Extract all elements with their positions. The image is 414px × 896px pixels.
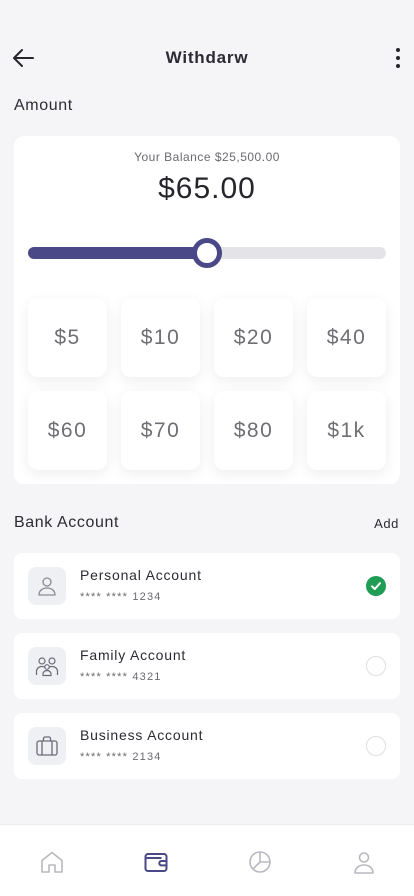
home-icon (41, 851, 63, 873)
slider-fill (28, 247, 207, 259)
amount-slider[interactable] (28, 238, 386, 268)
family-icon (35, 657, 59, 677)
amount-chip[interactable]: $70 (121, 391, 200, 470)
amount-chip[interactable]: $10 (121, 298, 200, 377)
add-account-button[interactable]: Add (374, 516, 399, 531)
amount-chip[interactable]: $40 (307, 298, 386, 377)
account-icon-box (28, 727, 66, 765)
account-radio-selected[interactable] (366, 576, 386, 596)
amount-chip[interactable]: $1k (307, 391, 386, 470)
briefcase-icon (36, 736, 58, 756)
account-icon-box (28, 647, 66, 685)
account-name: Family Account (80, 647, 187, 663)
nav-profile[interactable] (351, 849, 377, 875)
account-radio[interactable] (366, 656, 386, 676)
balance-label: Your Balance $25,500.00 (134, 150, 280, 164)
account-item-personal[interactable]: Personal Account **** **** 1234 (14, 553, 400, 619)
header: Withdarw (0, 30, 414, 86)
amount-card: Your Balance $25,500.00 $65.00 $5 $10 $2… (14, 136, 400, 484)
page-title: Withdarw (165, 48, 249, 67)
account-number: **** **** 1234 (80, 591, 162, 603)
check-icon (371, 582, 381, 590)
user-icon (38, 577, 56, 596)
account-name: Business Account (80, 727, 204, 743)
amount-chip[interactable]: $80 (214, 391, 293, 470)
account-item-family[interactable]: Family Account **** **** 4321 (14, 633, 400, 699)
pie-chart-icon (249, 851, 271, 873)
account-icon-box (28, 567, 66, 605)
nav-wallet[interactable] (143, 849, 169, 875)
withdraw-amount: $65.00 (158, 172, 256, 205)
slider-thumb[interactable] (192, 238, 222, 268)
account-number: **** **** 2134 (80, 751, 162, 763)
wallet-icon (144, 853, 168, 872)
profile-icon (354, 852, 374, 874)
amount-chip[interactable]: $5 (28, 298, 107, 377)
amount-section-label: Amount (14, 97, 73, 114)
bottom-navigation (0, 824, 414, 896)
account-number: **** **** 4321 (80, 671, 162, 683)
amount-chip[interactable]: $20 (214, 298, 293, 377)
bank-section-label: Bank Account (14, 514, 120, 531)
account-radio[interactable] (366, 736, 386, 756)
account-item-business[interactable]: Business Account **** **** 2134 (14, 713, 400, 779)
nav-statistics[interactable] (247, 849, 273, 875)
more-vertical-icon (396, 48, 400, 68)
account-name: Personal Account (80, 567, 202, 583)
amount-chip[interactable]: $60 (28, 391, 107, 470)
more-options-button[interactable] (390, 44, 406, 72)
nav-home[interactable] (39, 849, 65, 875)
